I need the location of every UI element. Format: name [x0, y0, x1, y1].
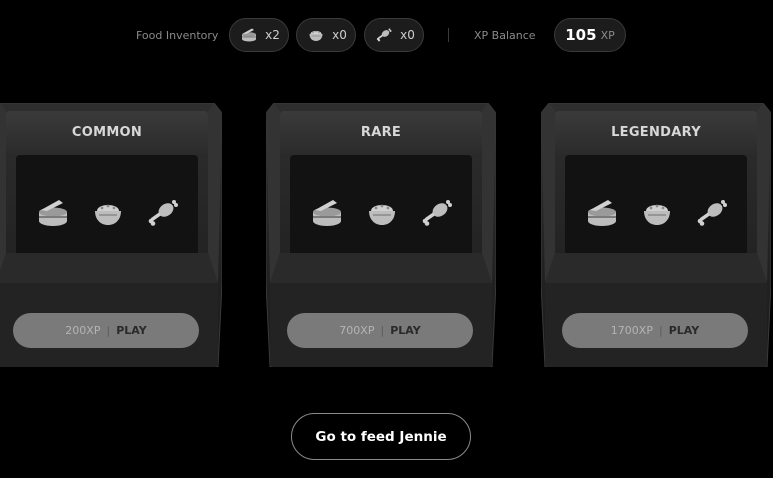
- go-to-feed-button[interactable]: Go to feed Jennie: [291, 413, 471, 460]
- food-can-icon: [309, 195, 345, 231]
- rice-bowl-icon: [364, 195, 400, 231]
- play-rare-button[interactable]: 700XP | PLAY: [287, 313, 473, 348]
- bowl-count: x0: [332, 28, 347, 42]
- play-cost: 700XP: [339, 324, 375, 337]
- inventory-meat-pill[interactable]: x0: [364, 18, 424, 52]
- xp-unit: XP: [600, 28, 615, 42]
- meat-bone-icon: [419, 195, 455, 231]
- can-count: x2: [265, 28, 280, 42]
- machine-title: COMMON: [71, 125, 143, 140]
- food-can-icon: [584, 195, 620, 231]
- machine-food-row: [26, 193, 190, 233]
- xp-balance-label: XP Balance: [474, 29, 536, 42]
- machine-food-row: [300, 193, 464, 233]
- xp-balance-value: 105: [565, 26, 597, 44]
- play-cost: 200XP: [65, 324, 101, 337]
- inventory-can-pill[interactable]: x2: [229, 18, 289, 52]
- play-separator: |: [380, 324, 385, 337]
- food-can-icon: [238, 26, 260, 44]
- header-divider: [448, 28, 449, 42]
- food-inventory-label: Food Inventory: [136, 29, 219, 42]
- play-separator: |: [106, 324, 111, 337]
- machine-rare: RARE 700XP | PLAY: [266, 103, 496, 367]
- rice-bowl-icon: [305, 26, 327, 44]
- meat-bone-icon: [694, 195, 730, 231]
- rice-bowl-icon: [639, 195, 675, 231]
- play-legendary-button[interactable]: 1700XP | PLAY: [562, 313, 748, 348]
- meat-bone-icon: [145, 195, 181, 231]
- inventory-bowl-pill[interactable]: x0: [296, 18, 356, 52]
- play-cost: 1700XP: [610, 324, 653, 337]
- machine-food-row: [575, 193, 739, 233]
- xp-balance-pill: 105 XP: [554, 18, 626, 52]
- play-separator: |: [658, 324, 663, 337]
- play-label: PLAY: [390, 324, 421, 337]
- play-label: PLAY: [116, 324, 147, 337]
- meat-bone-icon: [373, 26, 395, 44]
- meat-count: x0: [400, 28, 415, 42]
- machine-title: LEGENDARY: [611, 125, 701, 140]
- rice-bowl-icon: [90, 195, 126, 231]
- machine-common: COMMON 200XP | PLAY: [0, 103, 222, 367]
- play-common-button[interactable]: 200XP | PLAY: [13, 313, 199, 348]
- food-can-icon: [35, 195, 71, 231]
- top-bar: Food Inventory x2 x0 x0 XP Balance 105 X…: [0, 16, 773, 54]
- machine-title: RARE: [360, 125, 402, 140]
- machine-legendary: LEGENDARY 1700XP | PLAY: [541, 103, 771, 367]
- play-label: PLAY: [668, 324, 700, 337]
